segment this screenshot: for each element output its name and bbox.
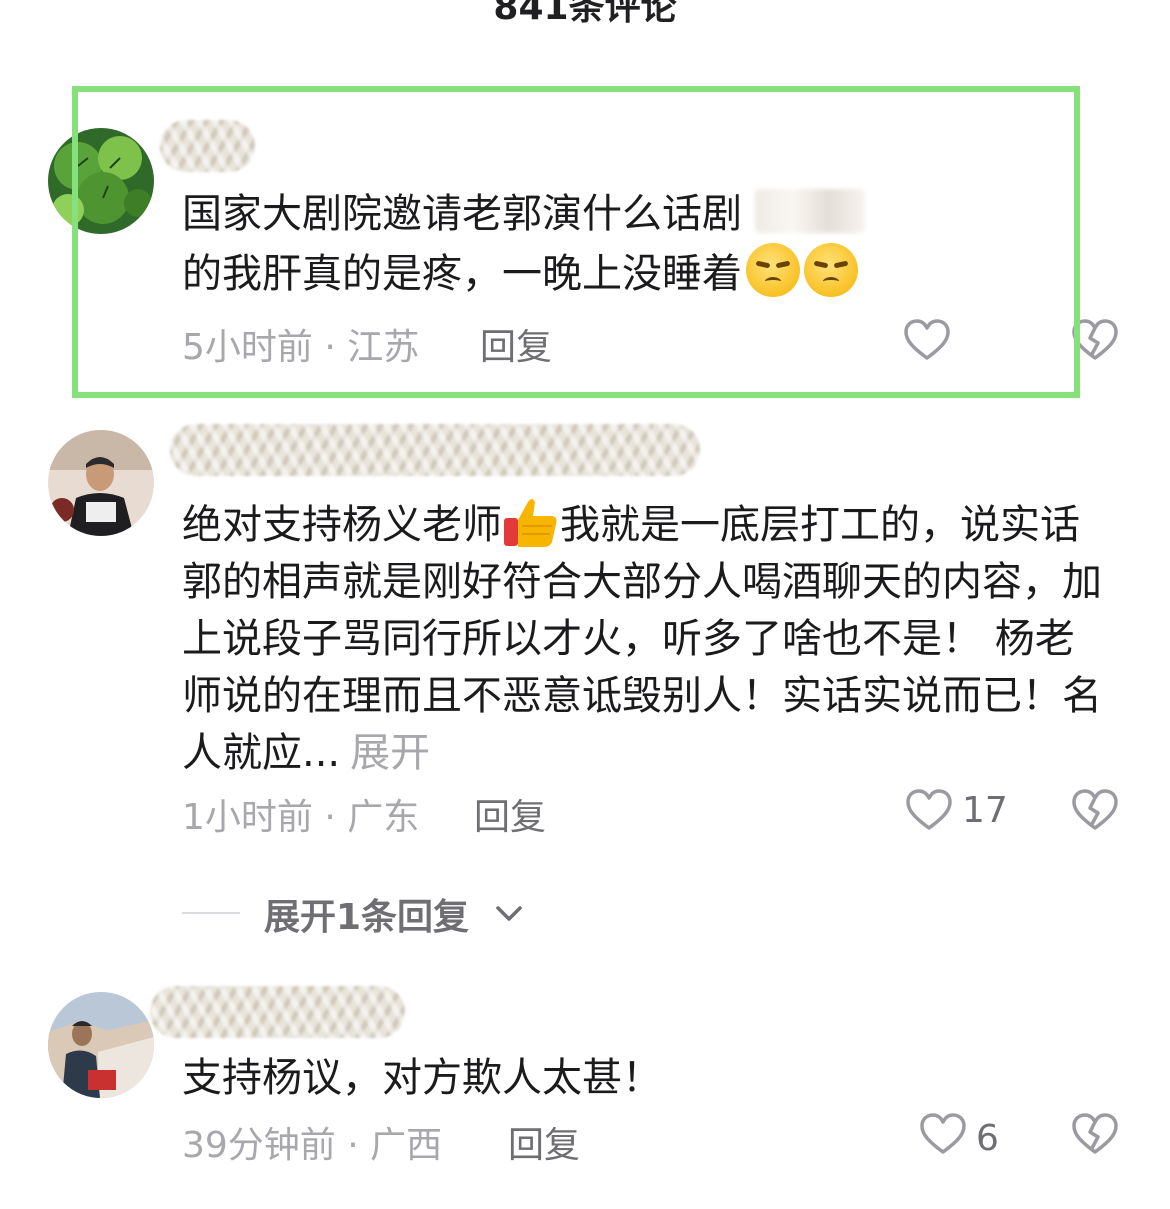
- expand-replies-label: 展开1条回复: [264, 897, 470, 938]
- reply-button[interactable]: 回复: [508, 1116, 580, 1168]
- highlight-box: [72, 86, 1080, 398]
- username-blurred[interactable]: [150, 986, 405, 1038]
- expand-replies-button[interactable]: 展开1条回复: [182, 888, 542, 938]
- comment-text: 绝对支持杨义老师 我就是一底层打工的，说实话郭的相声就是刚好符合大部分人喝酒聊天…: [182, 492, 1112, 782]
- username-blurred[interactable]: [170, 424, 700, 476]
- reply-button[interactable]: 回复: [474, 788, 546, 840]
- heart-outline-icon[interactable]: [918, 1110, 968, 1160]
- avatar[interactable]: [48, 992, 154, 1098]
- heart-outline-icon[interactable]: [904, 786, 954, 836]
- broken-heart-icon[interactable]: [1070, 1110, 1120, 1160]
- broken-heart-icon[interactable]: [1070, 786, 1120, 836]
- time-location: 1小时前 · 广东: [182, 797, 420, 838]
- comment-text: 支持杨议，对方欺人太甚！: [182, 1055, 662, 1101]
- like-count: 17: [962, 790, 1008, 831]
- comments-count-title: 841条评论: [493, 0, 677, 28]
- time-location: 39分钟前 · 广西: [182, 1125, 443, 1166]
- divider: [182, 912, 240, 914]
- chevron-down-icon: [494, 896, 524, 937]
- expand-link[interactable]: 展开: [350, 730, 430, 776]
- thumbs-up-emoji-icon: [504, 499, 557, 547]
- like-count: 6: [976, 1118, 999, 1159]
- avatar[interactable]: [48, 430, 154, 536]
